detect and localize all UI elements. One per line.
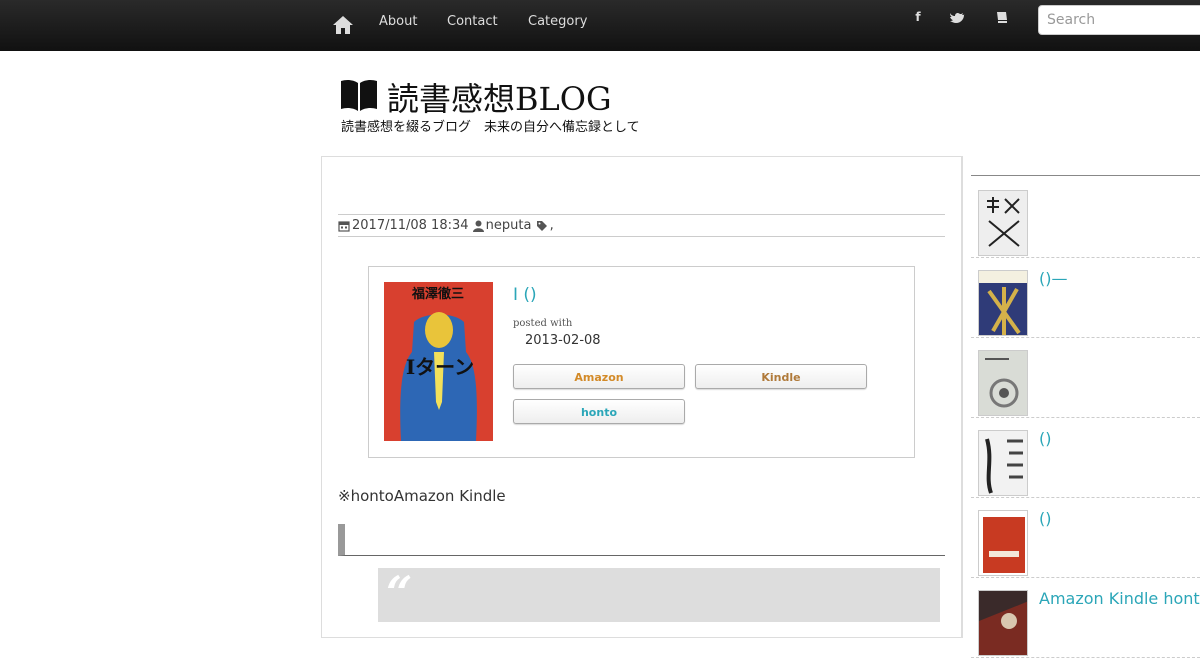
home-icon[interactable]	[331, 13, 355, 37]
sidebar-thumbnail[interactable]	[978, 430, 1028, 496]
sidebar-item[interactable]: ()—	[971, 258, 1200, 338]
sidebar-link[interactable]: ()—	[1039, 269, 1067, 288]
facebook-icon[interactable]: f	[909, 10, 927, 28]
tag-icon	[536, 221, 547, 231]
post-author[interactable]: neputa	[486, 218, 532, 233]
sidebar-thumbnail[interactable]	[978, 510, 1028, 576]
sidebar-item[interactable]: ()	[971, 418, 1200, 498]
book-title-link[interactable]: I ()	[513, 285, 537, 305]
cover-author: 福澤徹三	[411, 286, 464, 302]
sidebar-item[interactable]: Amazon Kindle honto	[971, 578, 1200, 658]
section-heading	[338, 524, 945, 556]
site-title: 読書感想BLOG	[387, 80, 612, 118]
open-book-icon	[341, 79, 377, 111]
sidebar-link[interactable]: Amazon Kindle honto	[1039, 589, 1200, 608]
amazon-button[interactable]: Amazon	[513, 364, 685, 389]
search-input[interactable]	[1038, 5, 1200, 35]
calendar-icon	[338, 221, 350, 232]
top-navbar: About Contact Category f	[0, 0, 1200, 51]
store-note: ※hontoAmazon Kindle	[338, 487, 506, 505]
sidebar-link[interactable]: ()	[1039, 509, 1051, 528]
nav-category[interactable]: Category	[528, 14, 587, 29]
cover-title: Iターン	[406, 355, 474, 379]
sidebar-thumbnail[interactable]	[978, 350, 1028, 416]
site-subtitle: 読書感想を綴るブログ 未来の自分へ備忘録として	[341, 120, 640, 135]
sidebar-thumbnail[interactable]	[978, 590, 1028, 656]
post-meta: 2017/11/08 18:34 neputa ,	[338, 214, 945, 237]
kindle-button[interactable]: Kindle	[695, 364, 867, 389]
site-logo[interactable]: 読書感想BLOG 読書感想を綴るブログ 未来の自分へ備忘録として	[333, 70, 689, 136]
book-link-box: 福澤徹三 Iターン I () posted with 2013-02-08 Am…	[368, 266, 915, 458]
blockquote: “	[378, 566, 940, 622]
post-tags[interactable]: ,	[550, 218, 554, 233]
article: 2017/11/08 18:34 neputa , 福澤徹三 Iターン I ()…	[321, 156, 963, 638]
book-date: 2013-02-08	[525, 333, 601, 348]
bookmark-book-icon[interactable]	[994, 11, 1010, 25]
sidebar-thumbnail[interactable]	[978, 270, 1028, 336]
sidebar-divider	[971, 175, 1200, 176]
sidebar-link[interactable]: ()	[1039, 429, 1051, 448]
sidebar-item[interactable]: ()	[971, 498, 1200, 578]
book-cover-image[interactable]: 福澤徹三 Iターン	[384, 282, 493, 441]
post-date: 2017/11/08 18:34	[352, 218, 469, 233]
sidebar-thumbnail[interactable]	[978, 190, 1028, 256]
sidebar-item[interactable]	[971, 178, 1200, 258]
quote-mark-icon: “	[386, 566, 413, 620]
honto-button[interactable]: honto	[513, 399, 685, 424]
twitter-icon[interactable]	[950, 12, 966, 26]
posted-with-label: posted with	[513, 318, 573, 329]
nav-contact[interactable]: Contact	[447, 14, 498, 29]
user-icon	[472, 220, 484, 232]
sidebar-item[interactable]	[971, 338, 1200, 418]
nav-about[interactable]: About	[379, 14, 417, 29]
